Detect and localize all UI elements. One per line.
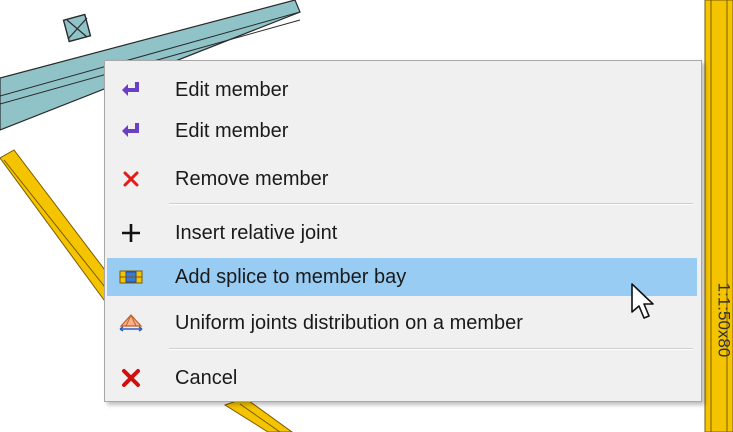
joints-distribution-icon	[119, 311, 143, 335]
menu-item-remove-member[interactable]: Remove member	[107, 160, 697, 198]
menu-item-edit-member[interactable]: Edit member	[107, 71, 697, 109]
menu-item-label: Insert relative joint	[175, 222, 338, 244]
joint-symbol[interactable]	[62, 13, 92, 43]
enter-arrow-icon	[119, 78, 143, 102]
red-x-icon	[119, 167, 143, 191]
menu-item-label: Uniform joints distribution on a member	[175, 312, 523, 334]
mouse-cursor-icon	[630, 282, 658, 329]
enter-arrow-icon	[119, 119, 143, 143]
member-section-label: 1:1:50x80	[714, 282, 733, 358]
menu-item-label: Edit member	[175, 79, 289, 101]
context-menu: Edit member Edit member Remove member In…	[104, 60, 702, 402]
plus-icon	[119, 221, 143, 245]
menu-item-edit-member-2[interactable]: Edit member	[107, 112, 697, 150]
menu-item-insert-relative-joint[interactable]: Insert relative joint	[107, 214, 697, 252]
menu-item-label: Cancel	[175, 367, 238, 389]
menu-item-label: Remove member	[175, 168, 329, 190]
menu-item-add-splice[interactable]: Add splice to member bay	[107, 258, 697, 296]
menu-item-label: Add splice to member bay	[175, 266, 407, 288]
menu-item-label: Edit member	[175, 120, 289, 142]
cancel-x-icon	[119, 366, 143, 390]
menu-separator	[169, 203, 693, 205]
splice-icon	[119, 265, 143, 289]
menu-separator	[169, 348, 693, 350]
menu-item-uniform-joints-distribution[interactable]: Uniform joints distribution on a member	[107, 304, 697, 342]
menu-item-cancel[interactable]: Cancel	[107, 359, 697, 397]
